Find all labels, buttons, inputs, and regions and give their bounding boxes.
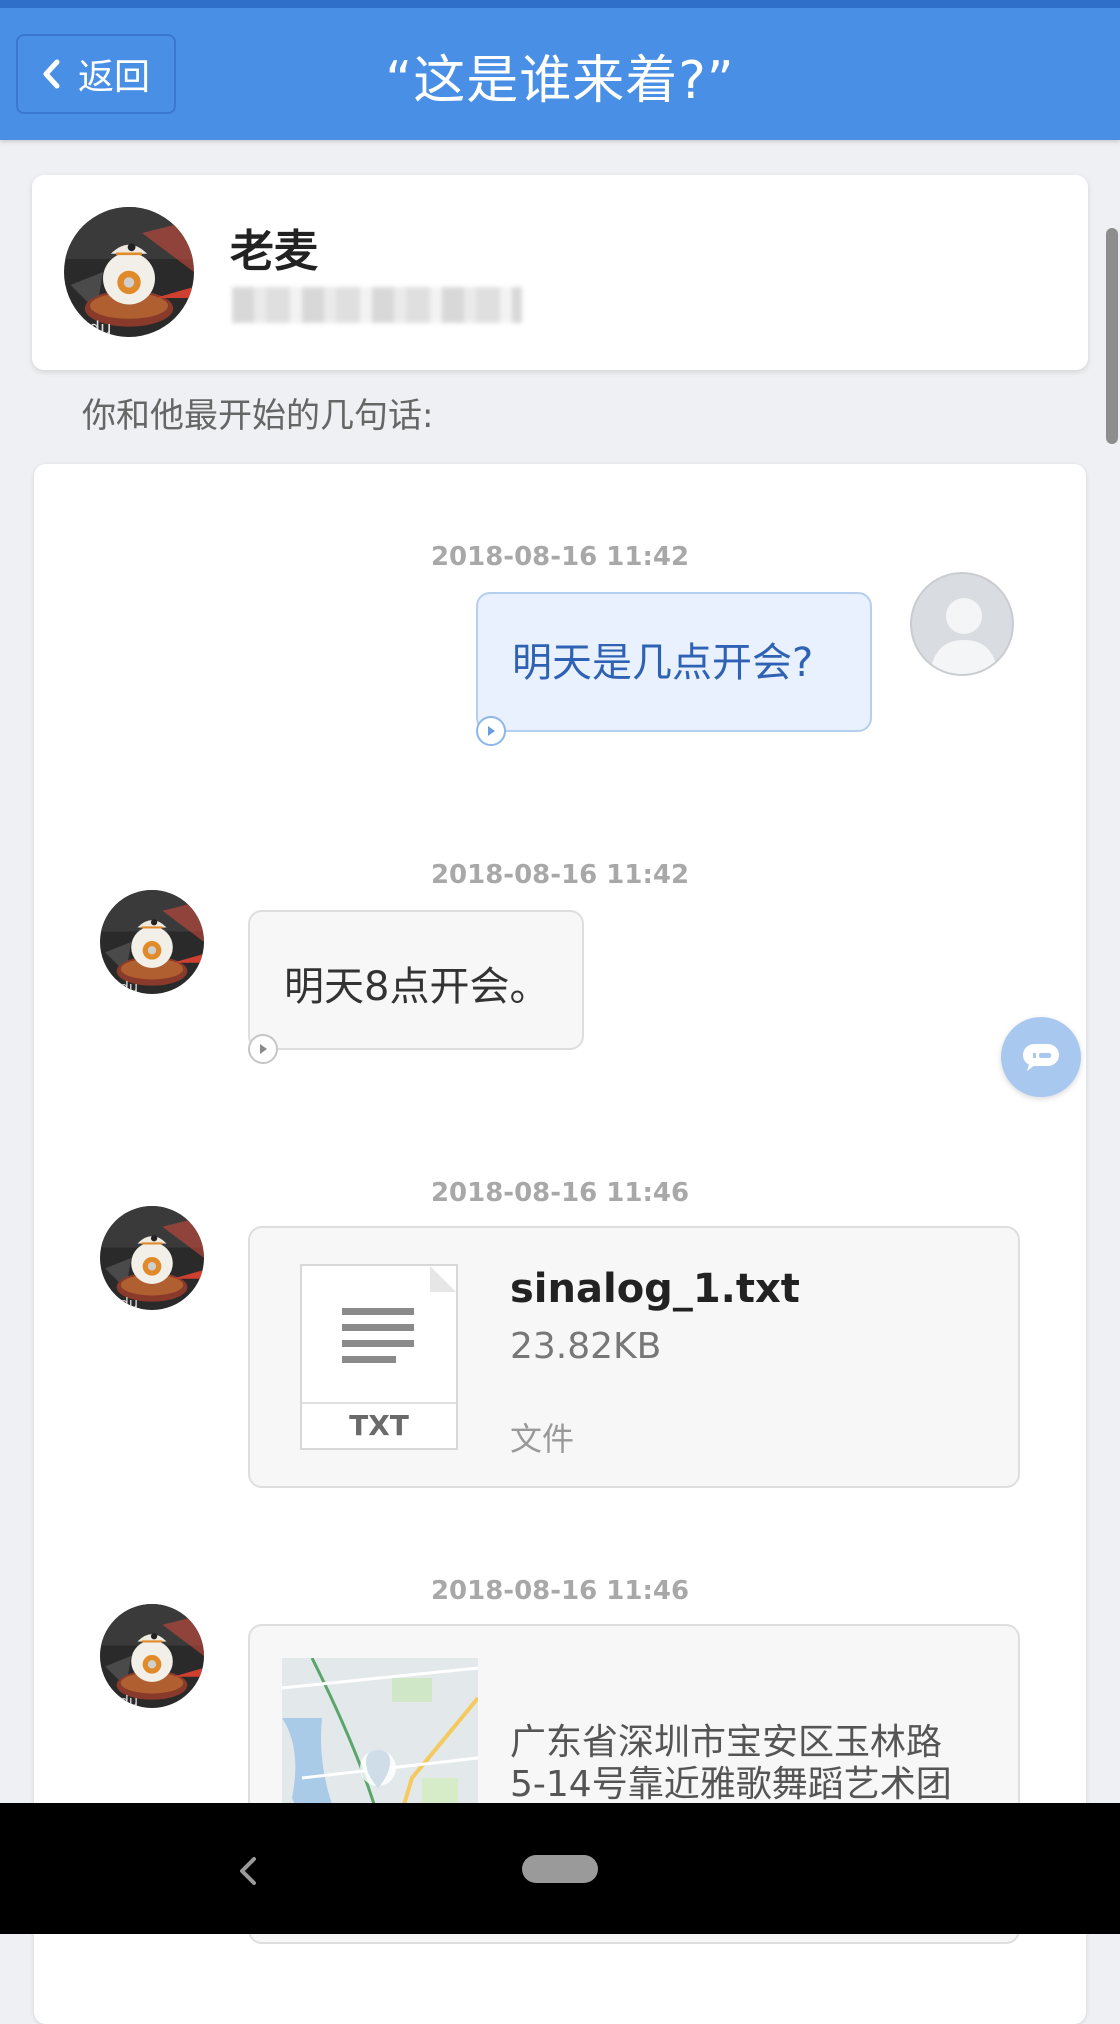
page-title: “这是谁来着?” — [385, 51, 735, 111]
location-address: 广东省深圳市宝安区玉林路 5-14号靠近雅歌舞蹈艺术团 — [510, 1722, 990, 1806]
chat-icon — [1023, 1044, 1059, 1071]
sender-avatar[interactable] — [100, 890, 204, 994]
file-type-label: 文件 — [510, 1420, 575, 1458]
document-lines-icon — [342, 1266, 456, 1363]
message-timestamp: 2018-08-16 11:42 — [430, 542, 690, 572]
play-icon[interactable] — [476, 716, 506, 746]
message-text: 明天8点开会。 — [284, 964, 550, 1010]
nav-home-pill[interactable] — [522, 1855, 598, 1883]
floating-chat-button[interactable] — [1001, 1017, 1081, 1097]
message-timestamp: 2018-08-16 11:42 — [430, 860, 690, 890]
txt-file-icon: TXT — [300, 1264, 458, 1450]
sender-avatar[interactable] — [100, 1604, 204, 1708]
file-message-bubble[interactable]: TXT sinalog_1.txt 23.82KB 文件 — [248, 1226, 1020, 1488]
play-icon[interactable] — [248, 1034, 278, 1064]
intro-text: 你和他最开始的几句话: — [82, 396, 434, 436]
contact-card[interactable]: 老麦 — [32, 175, 1088, 370]
message-timestamp: 2018-08-16 11:46 — [430, 1178, 690, 1208]
file-name: sinalog_1.txt — [510, 1266, 800, 1312]
message-text: 明天是几点开会? — [512, 640, 814, 686]
my-message-bubble[interactable]: 明天是几点开会? — [476, 592, 872, 732]
other-message-bubble[interactable]: 明天8点开会。 — [248, 910, 584, 1050]
top-bar: 返回 “这是谁来着?” — [0, 0, 1120, 140]
contact-name: 老麦 — [230, 226, 318, 277]
default-avatar-icon[interactable] — [910, 572, 1014, 676]
location-address-line1: 广东省深圳市宝安区玉林路 — [510, 1722, 943, 1763]
contact-id-pixelated — [232, 287, 522, 323]
system-navigation-bar — [0, 1803, 1120, 1934]
contact-avatar[interactable] — [64, 207, 194, 337]
nav-back-icon[interactable] — [228, 1851, 268, 1891]
file-extension-label: TXT — [302, 1402, 456, 1448]
location-address-line2: 5-14号靠近雅歌舞蹈艺术团 — [510, 1764, 952, 1805]
message-timestamp: 2018-08-16 11:46 — [430, 1576, 690, 1606]
scrollbar[interactable] — [1106, 228, 1118, 444]
file-size: 23.82KB — [510, 1326, 662, 1367]
sender-avatar[interactable] — [100, 1206, 204, 1310]
